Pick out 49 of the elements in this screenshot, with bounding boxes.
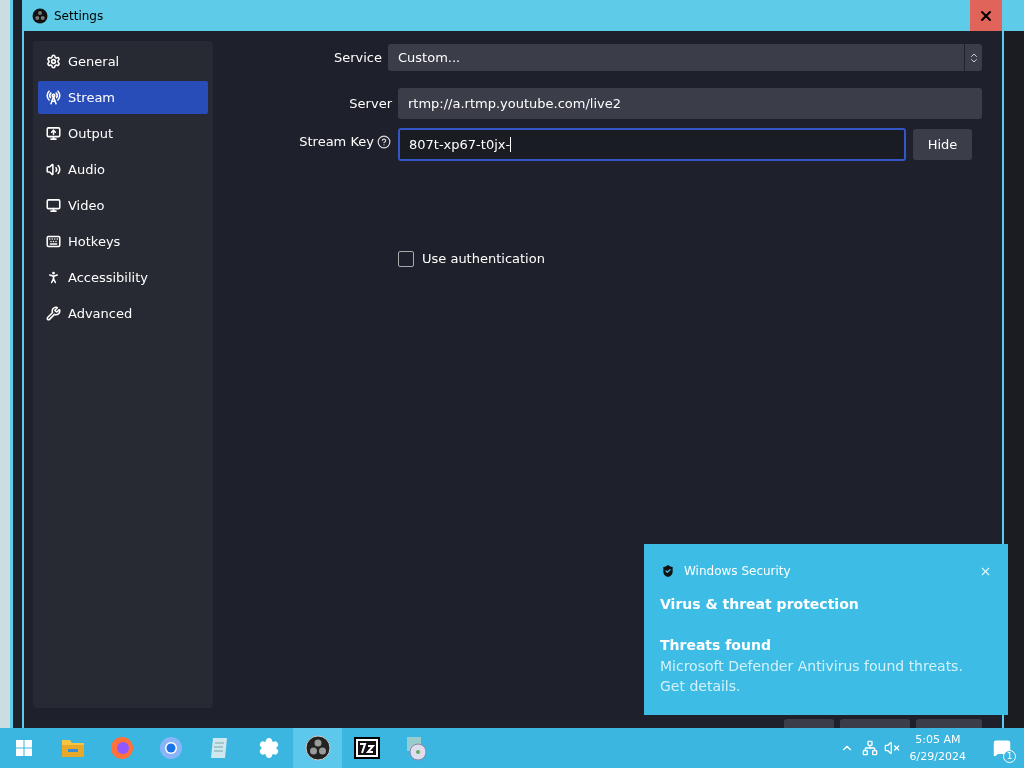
windows-logo-icon	[16, 740, 32, 756]
archive-icon	[353, 737, 380, 759]
screen-icon	[46, 198, 61, 213]
person-icon	[46, 270, 61, 285]
message-icon	[993, 739, 1011, 757]
field-label: Stream Key	[299, 132, 374, 151]
notification-body: Microsoft Defender Antivirus found threats. Get details.	[660, 657, 964, 696]
speaker-icon	[46, 162, 61, 177]
gear-icon	[46, 54, 61, 69]
shield-icon	[660, 563, 676, 579]
clock-time: 5:05 AM	[915, 732, 961, 748]
sidebar-item[interactable]: Accessibility	[38, 261, 208, 294]
settings-icon	[257, 737, 280, 759]
field-label: Server	[348, 94, 393, 113]
help-icon[interactable]	[377, 134, 391, 149]
browser-icon	[109, 736, 134, 760]
browser-icon	[158, 736, 183, 760]
field-label: Service	[332, 48, 383, 67]
sidebar-item[interactable]: Stream	[38, 81, 208, 114]
sidebar-item[interactable]: Audio	[38, 153, 208, 186]
obs-logo-icon	[304, 735, 331, 761]
clock-date: 6/29/2024	[909, 749, 966, 765]
sidebar-item[interactable]: Video	[38, 189, 208, 222]
notification-subtitle: Threats found	[660, 636, 772, 655]
taskbar-app[interactable]	[293, 728, 342, 768]
stream-key-field[interactable]: 807t-xp67-t0jx-	[398, 128, 906, 161]
sidebar-item[interactable]: General	[38, 45, 208, 78]
window-title: Settings	[54, 7, 104, 25]
service-dropdown[interactable]: Custom...	[388, 44, 982, 71]
obs-logo-icon	[32, 7, 48, 24]
dropdown-value: Custom...	[398, 48, 462, 67]
antenna-icon	[46, 90, 61, 105]
notification-count: 1	[1003, 750, 1016, 763]
server-field[interactable]: rtmp://a.rtmp.youtube.com/live2	[398, 88, 982, 119]
hide-button[interactable]: Hide	[913, 129, 972, 160]
sidebar-item[interactable]: Output	[38, 117, 208, 150]
folder-icon	[60, 737, 85, 759]
notification-app: Windows Security	[684, 563, 792, 580]
monitor-icon	[46, 126, 61, 141]
sidebar-item[interactable]: Advanced	[38, 297, 208, 330]
checkbox[interactable]	[398, 250, 414, 267]
keyboard-icon	[46, 234, 61, 249]
network-icon[interactable]	[861, 740, 878, 756]
notification-title: Virus & threat protection	[660, 595, 860, 614]
checkbox-label: Use authentication	[422, 250, 545, 268]
speaker-muted-icon[interactable]	[883, 740, 900, 756]
tools-icon	[46, 306, 61, 321]
sidebar-item[interactable]: Hotkeys	[38, 225, 208, 258]
close-button[interactable]	[970, 0, 1002, 31]
